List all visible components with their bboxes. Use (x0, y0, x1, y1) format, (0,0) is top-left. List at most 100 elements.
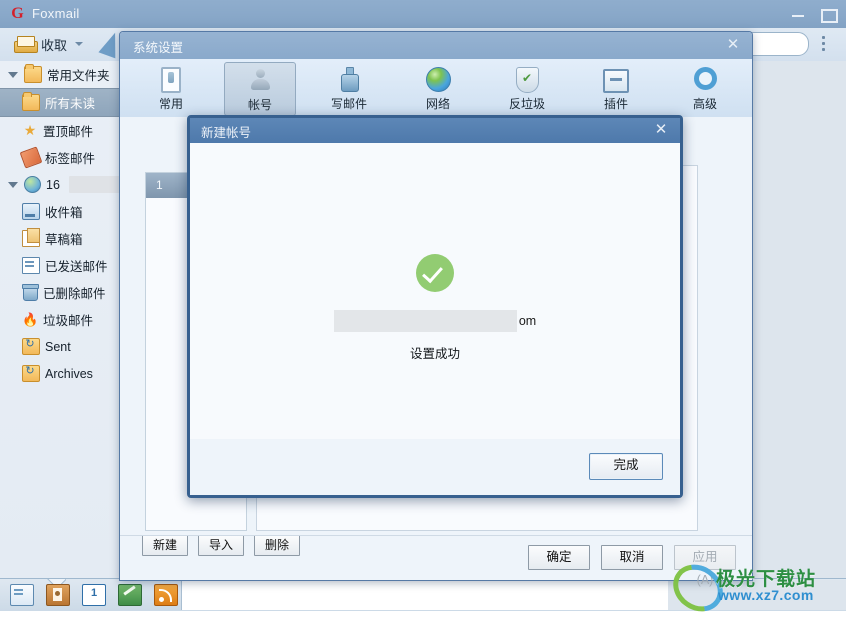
tag-icon (19, 146, 43, 169)
maximize-icon (821, 9, 838, 23)
module-bar-right-area (668, 580, 846, 610)
tab-label: 帐号 (247, 98, 272, 112)
sidebar-item-9[interactable]: 🔥 垃圾邮件 (0, 306, 137, 333)
success-message: 设置成功 (409, 347, 460, 361)
inbox-icon (14, 35, 38, 53)
trash-icon (22, 283, 39, 301)
account-email-line: om (190, 310, 680, 334)
settings-footer-button-2: 应用(A) (674, 545, 736, 587)
settings-footer-buttons: 确定 取消 应用(A) (528, 545, 736, 587)
module-icons (10, 584, 178, 606)
sidebar-item-label: Archives (45, 366, 93, 381)
system-settings-dialog: 系统设置 ✕ 常用帐号写邮件网络反垃圾插件高级 1 新建导入删除 确定取消应用(… (119, 31, 753, 587)
finish-button[interactable]: 完成 (589, 453, 663, 480)
draft-icon (22, 228, 40, 247)
sidebar-item-label: 标签邮件 (45, 152, 96, 166)
window-controls (785, 0, 840, 28)
window-titlebar: G Foxmail (0, 0, 846, 29)
inbox-folder-icon (22, 203, 40, 220)
kebab-menu-icon[interactable] (822, 36, 826, 52)
email-suffix: om (518, 314, 537, 328)
tab-label: 高级 (692, 97, 717, 111)
sidebar-item-label: 草稿箱 (45, 233, 83, 247)
expander-triangle-icon[interactable] (8, 71, 18, 78)
sidebar-item-5[interactable]: 收件箱 (0, 198, 137, 225)
sidebar-item-label: 已删除邮件 (43, 287, 106, 301)
globe-icon (425, 67, 451, 92)
sidebar-item-label: 收件箱 (45, 206, 83, 220)
sidebar-item-label: 已发送邮件 (45, 260, 108, 274)
new-account-title-text: 新建帐号 (201, 126, 252, 140)
new-account-titlebar: 新建帐号 ✕ (190, 118, 680, 143)
sidebar-item-3[interactable]: 标签邮件 (0, 144, 137, 171)
new-account-footer: 完成 (190, 439, 680, 495)
notes-icon[interactable] (118, 584, 142, 606)
success-check-icon (416, 254, 454, 292)
settings-tab-strip: 常用 帐号 写邮件 网络 反垃圾 插件 高级 (120, 59, 752, 118)
tab-plugin[interactable]: 插件 (580, 62, 652, 116)
tab-label: 写邮件 (330, 97, 367, 111)
plugin-icon (603, 67, 629, 93)
settings-footer: 确定 取消 应用(A) (120, 535, 752, 587)
redacted-email-block (333, 310, 517, 332)
settings-titlebar: 系统设置 ✕ (120, 32, 752, 60)
receive-mail-label: 收取 (41, 37, 68, 53)
module-bar (0, 578, 846, 611)
tab-label: 常用 (158, 97, 183, 111)
star-icon: ★ (23, 122, 37, 138)
tab-general[interactable]: 常用 (135, 62, 207, 116)
maximize-button[interactable] (814, 0, 840, 28)
sidebar-item-label: Sent (45, 339, 71, 354)
folder-icon (22, 92, 40, 111)
foxmail-logo-icon: G (11, 5, 24, 22)
settings-footer-button-0[interactable]: 确定 (528, 545, 590, 570)
sidebar-item-label: 16 (46, 177, 60, 192)
junk-flame-icon: 🔥 (22, 312, 39, 327)
tab-gear[interactable]: 高级 (669, 62, 741, 116)
sidebar-item-label: 所有未读 (45, 97, 96, 111)
sidebar-item-label: 垃圾邮件 (43, 314, 94, 328)
gear-icon (692, 67, 718, 92)
sidebar-item-4[interactable]: 16 (0, 171, 137, 198)
tab-shield-check[interactable]: 反垃圾 (491, 62, 563, 116)
caret-down-icon[interactable] (75, 42, 84, 46)
minimize-button[interactable] (785, 0, 811, 28)
sidebar-item-8[interactable]: 已删除邮件 (0, 279, 137, 306)
tab-account[interactable]: 帐号 (224, 62, 296, 116)
folder-sidebar: 常用文件夹所有未读 ★ 置顶邮件标签邮件 16 收件箱草稿箱已发送邮件已删除邮件 🔥 垃圾邮… (0, 61, 138, 578)
rss-icon[interactable] (154, 584, 178, 606)
sidebar-item-label: 常用文件夹 (47, 69, 110, 83)
sidebar-item-6[interactable]: 草稿箱 (0, 225, 137, 252)
sidebar-item-10[interactable]: Sent (0, 333, 137, 360)
tab-globe[interactable]: 网络 (402, 62, 474, 116)
mail-icon[interactable] (10, 584, 34, 606)
shield-check-icon (514, 67, 540, 93)
expander-triangle-icon[interactable] (8, 181, 18, 188)
close-icon[interactable]: ✕ (651, 120, 671, 140)
minimize-icon (791, 15, 804, 17)
sidebar-item-11[interactable]: Archives (0, 360, 137, 387)
sidebar-item-label: 置顶邮件 (43, 125, 94, 139)
new-account-dialog: 新建帐号 ✕ om 设置成功 完成 (187, 115, 683, 498)
close-icon[interactable]: ✕ (722, 35, 744, 55)
sent-icon (22, 257, 40, 274)
archive-folder-icon (22, 337, 40, 355)
tab-label: 反垃圾 (508, 97, 545, 111)
settings-footer-button-1[interactable]: 取消 (601, 545, 663, 570)
sidebar-item-2[interactable]: ★ 置顶邮件 (0, 117, 137, 144)
sidebar-item-7[interactable]: 已发送邮件 (0, 252, 137, 279)
general-icon (158, 67, 184, 93)
settings-title-text: 系统设置 (133, 41, 184, 55)
tab-label: 插件 (603, 97, 628, 111)
new-account-body: om 设置成功 (190, 143, 680, 440)
foxmail-main-window: G Foxmail 收取 ▾▾ 常用文件夹所有未读★置顶邮件标签邮件16收件箱草… (0, 0, 846, 621)
module-bar-main-area (181, 580, 846, 610)
folder-icon (24, 64, 42, 83)
sidebar-item-1[interactable]: 所有未读 (0, 88, 137, 117)
sidebar-item-0[interactable]: 常用文件夹 (0, 61, 137, 88)
account-icon (247, 68, 273, 93)
receive-mail-button[interactable]: 收取 (10, 31, 87, 57)
calendar-icon[interactable] (82, 584, 106, 606)
contacts-icon[interactable] (46, 584, 70, 606)
tab-compose[interactable]: 写邮件 (313, 62, 385, 116)
